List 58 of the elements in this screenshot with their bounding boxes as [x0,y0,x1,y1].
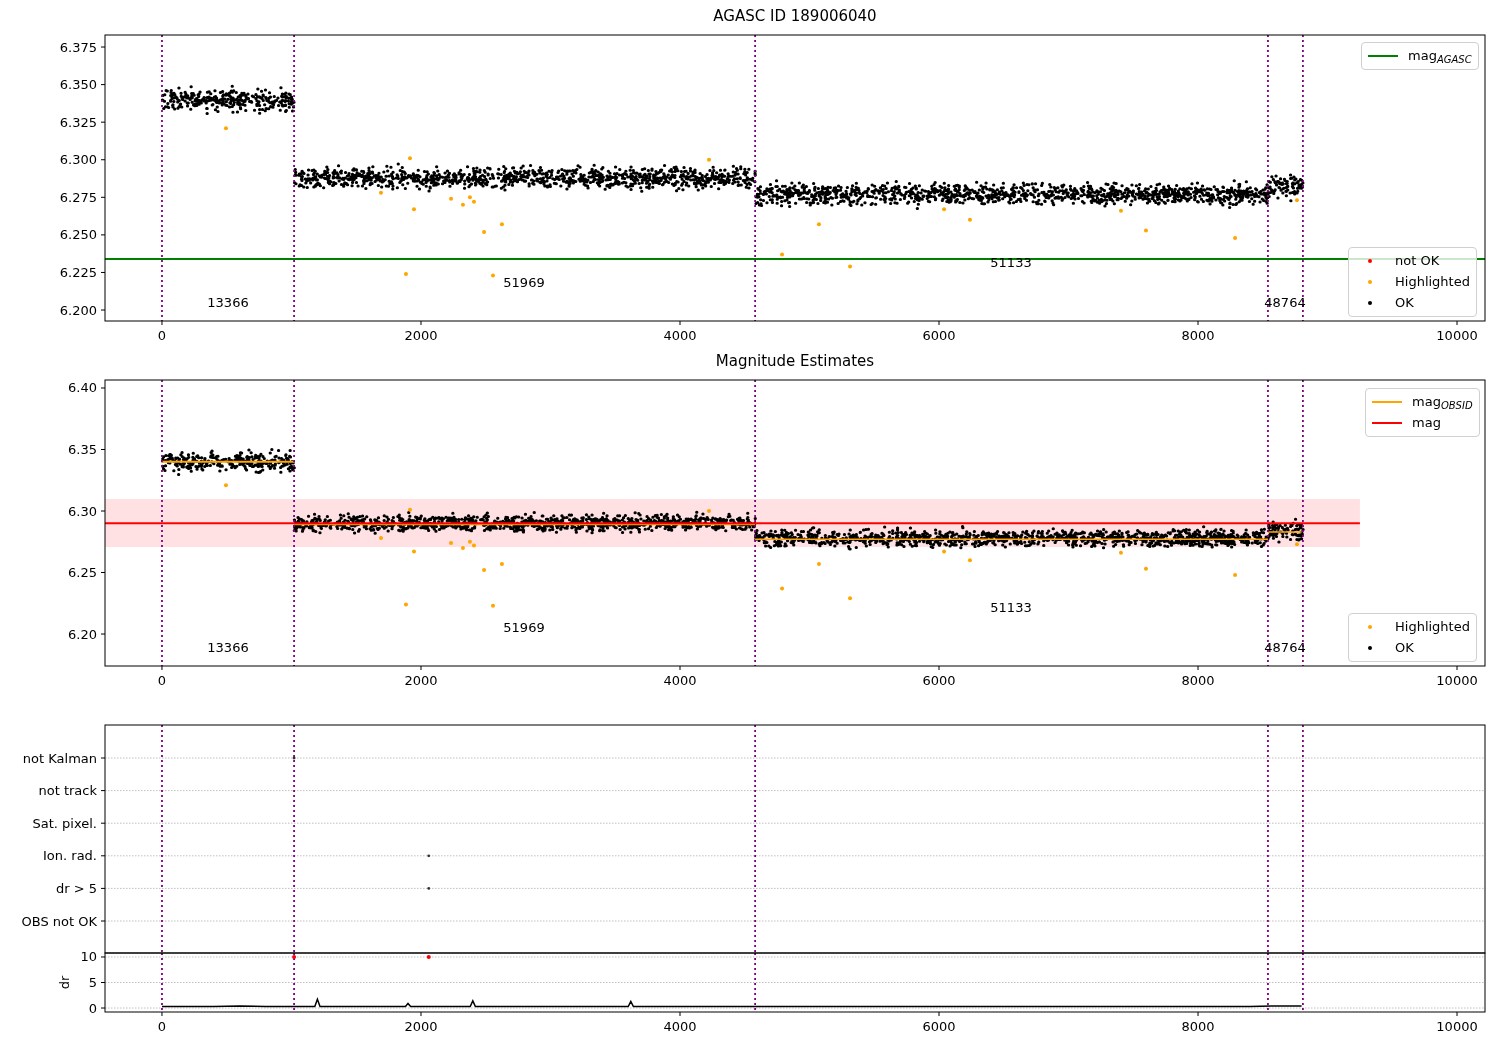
tick-label: 0 [157,1019,167,1034]
tick-label: 6.20 [68,626,97,642]
tick-label: 8000 [1181,328,1215,343]
tick-label: 4000 [663,328,697,343]
obsid-label: 48764 [1264,640,1306,655]
axis-label: dr [57,975,72,990]
tick-label: 6.200 [59,302,97,318]
tick-label: 10000 [1436,328,1478,343]
legend-label: mag$_{OBSID}$ [1412,393,1473,412]
tick-label: 4000 [663,1019,697,1034]
tick-label: 6.325 [59,114,97,130]
tick-label: 0 [157,673,167,688]
tick-label: 6000 [922,1019,956,1034]
legend-label: OK [1395,294,1414,313]
tick-label: 10000 [1436,1019,1478,1034]
tick-label: 2000 [404,1019,438,1034]
flag-label: Ion. rad. [43,848,97,864]
tick-label: 2000 [404,673,438,688]
tick-label: 0 [88,1000,97,1016]
legend-label: not OK [1395,252,1440,271]
obsid-label: 51133 [990,600,1032,615]
obsid-label: 13366 [207,295,249,310]
legend-label: Highlighted [1395,273,1470,292]
chart-title: AGASC ID 189006040 [713,7,877,25]
flag-label: dr > 5 [55,880,97,896]
obsid-label: 51969 [503,275,545,290]
tick-label: 6.40 [68,380,97,396]
legend-label: mag [1412,414,1441,433]
tick-label: 6000 [922,328,956,343]
tick-label: 6.275 [59,189,97,205]
flag-label: not Kalman [22,750,97,766]
tick-label: 6.350 [59,77,97,93]
obsid-label: 48764 [1264,295,1306,310]
tick-label: 5 [88,975,97,990]
tick-label: 6.225 [59,264,97,280]
tick-label: 6.300 [59,152,97,168]
flag-label: OBS not OK [21,913,97,929]
tick-label: 6.30 [68,503,97,519]
obsid-label: 51969 [503,620,545,635]
obsid-label: 13366 [207,640,249,655]
tick-label: 6.25 [68,565,97,580]
tick-label: 6.35 [68,442,97,457]
flag-label: not track [38,783,97,799]
legend-label: mag$_{AGASC}$ [1408,47,1472,66]
legend-label: OK [1395,639,1414,658]
tick-label: 6.375 [59,39,97,55]
tick-label: 6.250 [59,227,97,243]
chart-title: Magnitude Estimates [715,352,875,370]
tick-label: 10000 [1436,673,1478,688]
tick-label: 2000 [404,328,438,343]
flag-label: Sat. pixel. [32,815,97,831]
tick-label: 4000 [663,673,697,688]
tick-label: 10 [80,949,97,965]
tick-label: 6000 [922,673,956,688]
tick-label: 8000 [1181,1019,1215,1034]
tick-label: 0 [157,328,167,343]
tick-label: 8000 [1181,673,1215,688]
legend-label: Highlighted [1395,618,1470,637]
